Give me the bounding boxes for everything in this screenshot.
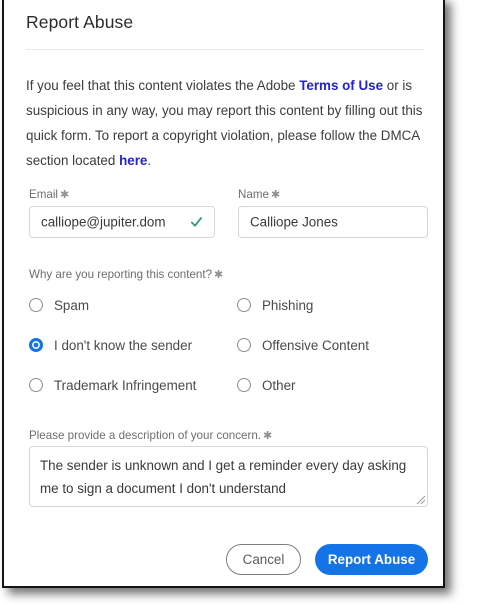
radio-circle-icon: [237, 338, 251, 352]
reason-required-asterisk: ✱: [214, 269, 224, 281]
radio-option-trademark-infringement[interactable]: Trademark Infringement: [29, 375, 196, 395]
intro-text-part-3: .: [147, 153, 152, 168]
radio-option-offensive-content[interactable]: Offensive Content: [237, 335, 369, 355]
radio-label: Phishing: [262, 297, 314, 313]
reason-question-text: Why are you reporting this content?: [29, 268, 213, 281]
radio-circle-icon: [29, 378, 43, 392]
name-field[interactable]: Calliope Jones: [238, 206, 428, 238]
dmca-here-link[interactable]: here: [119, 153, 147, 168]
radio-option-spam[interactable]: Spam: [29, 295, 89, 315]
email-label-text: Email: [29, 188, 58, 201]
radio-label: I don't know the sender: [54, 337, 193, 353]
name-label-text: Name: [238, 188, 269, 201]
email-field-value: calliope@jupiter.dom: [41, 214, 166, 230]
description-textarea[interactable]: The sender is unknown and I get a remind…: [29, 446, 428, 507]
radio-option-other[interactable]: Other: [237, 375, 296, 395]
radio-circle-icon: [29, 298, 43, 312]
intro-paragraph: If you feel that this content violates t…: [26, 73, 430, 173]
description-textarea-value: The sender is unknown and I get a remind…: [40, 458, 407, 496]
intro-text-part-1: If you feel that this content violates t…: [26, 78, 300, 93]
email-field[interactable]: calliope@jupiter.dom: [29, 206, 215, 238]
report-abuse-button[interactable]: Report Abuse: [315, 544, 428, 575]
dialog-body: Report Abuse If you feel that this conte…: [4, 0, 443, 586]
radio-circle-icon: [237, 298, 251, 312]
description-label: Please provide a description of your con…: [29, 429, 272, 442]
terms-of-use-link[interactable]: Terms of Use: [299, 78, 383, 93]
name-label: Name ✱: [238, 188, 280, 201]
radio-circle-selected-icon: [29, 338, 43, 352]
description-label-text: Please provide a description of your con…: [29, 429, 262, 442]
name-field-value: Calliope Jones: [250, 214, 338, 230]
check-icon: [190, 217, 203, 227]
email-label: Email ✱: [29, 188, 69, 201]
radio-label: Other: [262, 377, 296, 393]
header-divider: [26, 49, 424, 50]
cancel-button[interactable]: Cancel: [226, 544, 301, 575]
radio-option-i-dont-know-the-sender[interactable]: I don't know the sender: [29, 335, 192, 355]
radio-label: Trademark Infringement: [54, 377, 197, 393]
reason-question-label: Why are you reporting this content? ✱: [29, 268, 223, 281]
email-required-asterisk: ✱: [60, 189, 70, 201]
page-title: Report Abuse: [26, 12, 134, 32]
report-abuse-dialog: Report Abuse If you feel that this conte…: [2, 0, 445, 588]
description-required-asterisk: ✱: [263, 430, 273, 442]
resize-handle-icon[interactable]: [415, 494, 426, 505]
radio-label: Spam: [54, 297, 89, 313]
name-required-asterisk: ✱: [270, 189, 281, 201]
radio-option-phishing[interactable]: Phishing: [237, 295, 313, 315]
radio-circle-icon: [237, 378, 251, 392]
radio-label: Offensive Content: [262, 337, 369, 353]
